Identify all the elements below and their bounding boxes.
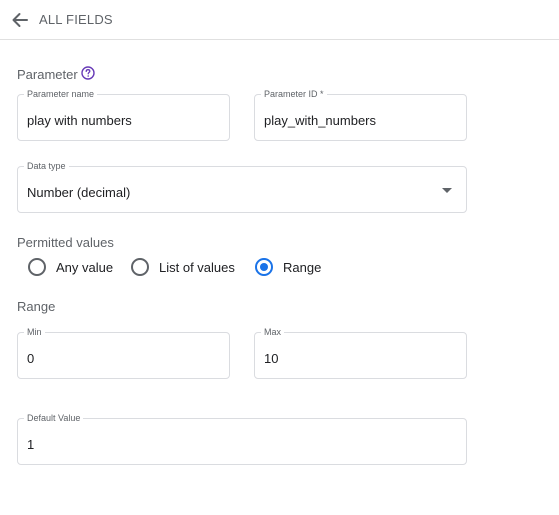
min-field[interactable]: Min 0	[17, 327, 230, 379]
default-value-label: Default Value	[24, 413, 84, 424]
parameter-id-field[interactable]: Parameter ID * play_with_numbers	[254, 89, 467, 141]
radio-button-unchecked-icon	[28, 258, 46, 276]
permitted-values-label: Permitted values	[17, 235, 114, 250]
parameter-id-label: Parameter ID *	[261, 89, 327, 100]
radio-range-label: Range	[283, 260, 322, 275]
range-section-label: Range	[17, 299, 56, 314]
help-button[interactable]	[81, 66, 95, 80]
data-type-label: Data type	[24, 161, 69, 172]
radio-any-value[interactable]: Any value	[28, 258, 118, 280]
min-value: 0	[27, 351, 35, 366]
max-value: 10	[264, 351, 279, 366]
arrow-left-icon	[12, 13, 28, 27]
parameter-section-label: Parameter	[17, 67, 78, 82]
radio-list-of-values[interactable]: List of values	[131, 258, 241, 280]
back-button[interactable]	[9, 9, 31, 31]
default-value-value: 1	[27, 437, 35, 452]
min-label: Min	[24, 327, 45, 338]
dropdown-arrow-icon	[442, 188, 452, 193]
radio-any-value-label: Any value	[56, 260, 114, 275]
radio-list-of-values-label: List of values	[159, 260, 235, 275]
max-label: Max	[261, 327, 285, 338]
max-field[interactable]: Max 10	[254, 327, 467, 379]
radio-button-unchecked-icon	[131, 258, 149, 276]
header-title: ALL FIELDS	[39, 12, 113, 27]
data-type-select[interactable]: Data type Number (decimal)	[17, 161, 467, 213]
radio-button-checked-icon	[255, 258, 273, 276]
radio-range[interactable]: Range	[255, 258, 325, 280]
default-value-field[interactable]: Default Value 1	[17, 413, 467, 465]
parameter-name-field[interactable]: Parameter name play with numbers	[17, 89, 230, 141]
parameter-name-value: play with numbers	[27, 113, 132, 128]
header-bar: ALL FIELDS	[0, 0, 559, 40]
radio-dot	[260, 263, 268, 271]
help-circle-icon	[81, 66, 95, 80]
parameter-id-value: play_with_numbers	[264, 113, 377, 128]
parameter-name-label: Parameter name	[24, 89, 98, 100]
data-type-value: Number (decimal)	[27, 185, 131, 200]
